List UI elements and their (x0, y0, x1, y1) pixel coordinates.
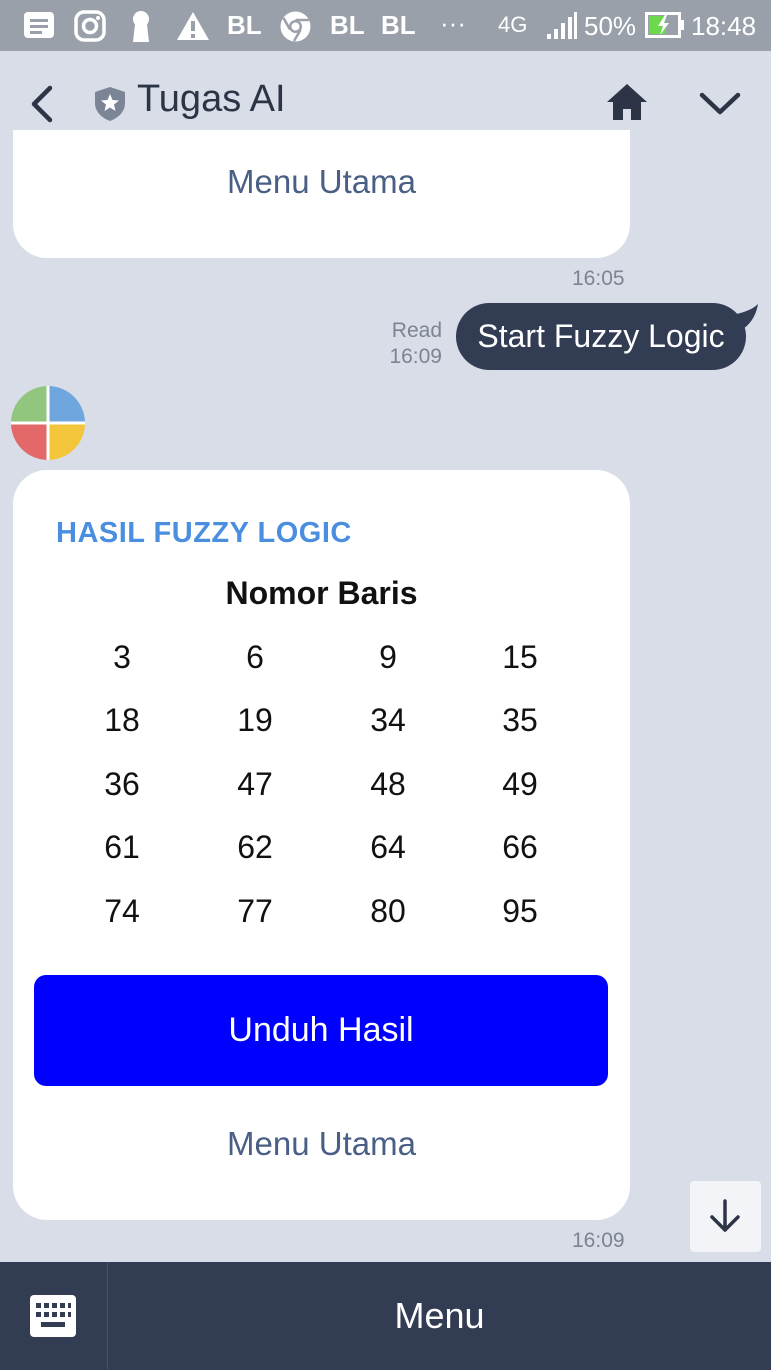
row-number: 61 (104, 829, 140, 865)
row-number: 18 (104, 702, 140, 738)
home-icon[interactable] (605, 82, 649, 122)
previous-message-bubble: Menu Utama (13, 130, 630, 258)
row-number: 95 (502, 893, 538, 929)
row-number: 64 (370, 829, 406, 865)
menu-button[interactable]: Menu (108, 1262, 771, 1370)
row-number: 6 (246, 639, 264, 675)
arrow-down-icon (710, 1199, 740, 1232)
battery-percent: 50% (584, 11, 637, 41)
message-time-2: 16:09 (572, 1229, 625, 1252)
row-number: 62 (237, 829, 273, 865)
result-card: HASIL FUZZY LOGIC Nomor Baris 3 6 9 15 1… (13, 470, 630, 1220)
status-bar: BL BL BL ··· 4G 50% 18:48 (0, 0, 771, 51)
download-results-button[interactable]: Unduh Hasil (34, 975, 608, 1086)
bl-indicator-1: BL (227, 10, 262, 40)
more-notifications-dots: ··· (440, 8, 466, 38)
row-number: 48 (370, 766, 406, 802)
row-number: 34 (370, 702, 406, 738)
card-subtitle: Nomor Baris (225, 575, 418, 611)
chrome-icon (280, 11, 311, 42)
back-icon[interactable] (28, 84, 56, 124)
read-receipt: Read 16:09 (380, 318, 442, 370)
message-icon (24, 12, 54, 38)
row-number: 36 (104, 766, 140, 802)
row-number: 15 (502, 639, 538, 675)
avatar[interactable] (10, 385, 86, 461)
clock: 18:48 (691, 11, 757, 41)
warning-icon (177, 12, 209, 40)
keyboard-button[interactable] (0, 1262, 108, 1370)
keyboard-icon (30, 1295, 76, 1337)
network-type: 4G (498, 12, 528, 37)
chat-title: Tugas AI (137, 78, 286, 120)
row-number: 49 (502, 766, 538, 802)
row-number: 47 (237, 766, 273, 802)
menu-utama-link-2[interactable]: Menu Utama (13, 1125, 630, 1163)
read-label: Read (391, 319, 442, 342)
row-number: 35 (502, 702, 538, 738)
menu-utama-link-1[interactable]: Menu Utama (13, 163, 630, 201)
scroll-to-bottom-button[interactable] (690, 1181, 761, 1252)
read-time: 16:09 (389, 345, 442, 368)
bl-indicator-3: BL (381, 10, 416, 40)
signal-icon (547, 12, 577, 39)
message-time-1: 16:05 (572, 267, 625, 290)
row-number: 74 (104, 893, 140, 929)
shield-icon (95, 87, 125, 121)
instagram-icon (74, 10, 106, 42)
row-number: 19 (237, 702, 273, 738)
chevron-down-icon[interactable] (698, 91, 742, 117)
row-number: 80 (370, 893, 406, 929)
row-number: 3 (113, 639, 131, 675)
row-number: 66 (502, 829, 538, 865)
outgoing-message: Start Fuzzy Logic (456, 303, 746, 370)
battery-icon (645, 12, 684, 38)
row-number: 77 (237, 893, 273, 929)
card-title: HASIL FUZZY LOGIC (56, 517, 352, 549)
bottom-bar: Menu (0, 1262, 771, 1370)
keyhole-icon (133, 11, 149, 42)
row-number: 9 (379, 639, 397, 675)
bl-indicator-2: BL (330, 10, 365, 40)
